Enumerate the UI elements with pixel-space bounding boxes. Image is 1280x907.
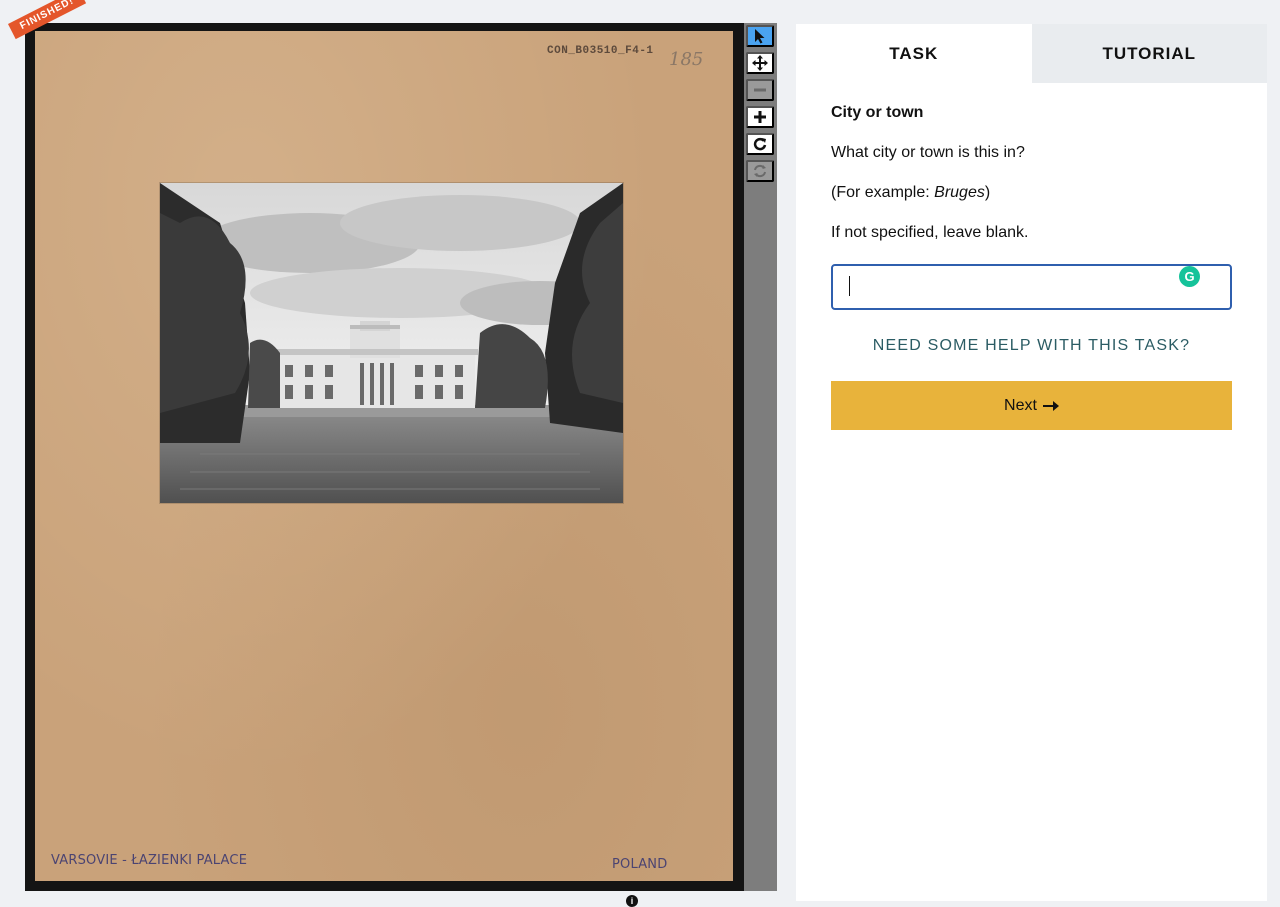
pencil-number: 185 (669, 49, 704, 70)
zoom-in-button[interactable] (746, 106, 774, 128)
subject-viewer[interactable]: CON_B03510_F4-1 185 VARSOVIE - ŁAZIENKI … (25, 23, 744, 891)
zoom-out-button[interactable] (746, 79, 774, 101)
help-link[interactable]: NEED SOME HELP WITH THIS TASK? (831, 337, 1232, 355)
select-tool-button[interactable] (746, 25, 774, 47)
example-suffix: ) (984, 184, 991, 201)
task-body: City or town What city or town is this i… (796, 104, 1267, 430)
caption-right: POLAND (612, 857, 668, 872)
example-value: Bruges (934, 184, 985, 201)
pointer-icon (755, 29, 765, 44)
panel-tabs: TASK TUTORIAL (796, 24, 1267, 83)
move-icon (752, 55, 768, 71)
minus-icon (754, 88, 766, 92)
pan-tool-button[interactable] (746, 52, 774, 74)
tab-task[interactable]: TASK (796, 24, 1032, 83)
next-button[interactable]: Next (831, 381, 1232, 430)
plus-icon (754, 111, 766, 123)
info-icon[interactable]: i (626, 895, 638, 907)
catalog-stamp: CON_B03510_F4-1 (547, 45, 654, 57)
question-title: City or town (831, 104, 924, 121)
arrow-right-icon (1042, 400, 1059, 411)
tab-tutorial[interactable]: TUTORIAL (1031, 24, 1267, 83)
example-prefix: (For example: (831, 184, 935, 201)
rotate-button[interactable] (746, 133, 774, 155)
grammarly-icon[interactable]: G (1179, 266, 1200, 287)
rotate-icon (753, 137, 767, 151)
city-answer-input[interactable] (831, 264, 1232, 310)
task-panel: TASK TUTORIAL City or town What city or … (796, 24, 1267, 901)
answer-field-wrapper: G (831, 264, 1232, 315)
caption-left: VARSOVIE - ŁAZIENKI PALACE (51, 853, 248, 868)
image-toolbar (744, 23, 777, 891)
reset-icon (754, 164, 766, 178)
text-caret (849, 276, 850, 296)
reset-button[interactable] (746, 160, 774, 182)
question-text: What city or town is this in? (831, 144, 1025, 161)
question-instruction: If not specified, leave blank. (831, 224, 1029, 241)
palace-photograph (160, 183, 623, 503)
question-example: (For example: Bruges) (831, 184, 1232, 202)
next-label: Next (1004, 396, 1037, 414)
subject-card: CON_B03510_F4-1 185 VARSOVIE - ŁAZIENKI … (35, 31, 733, 881)
